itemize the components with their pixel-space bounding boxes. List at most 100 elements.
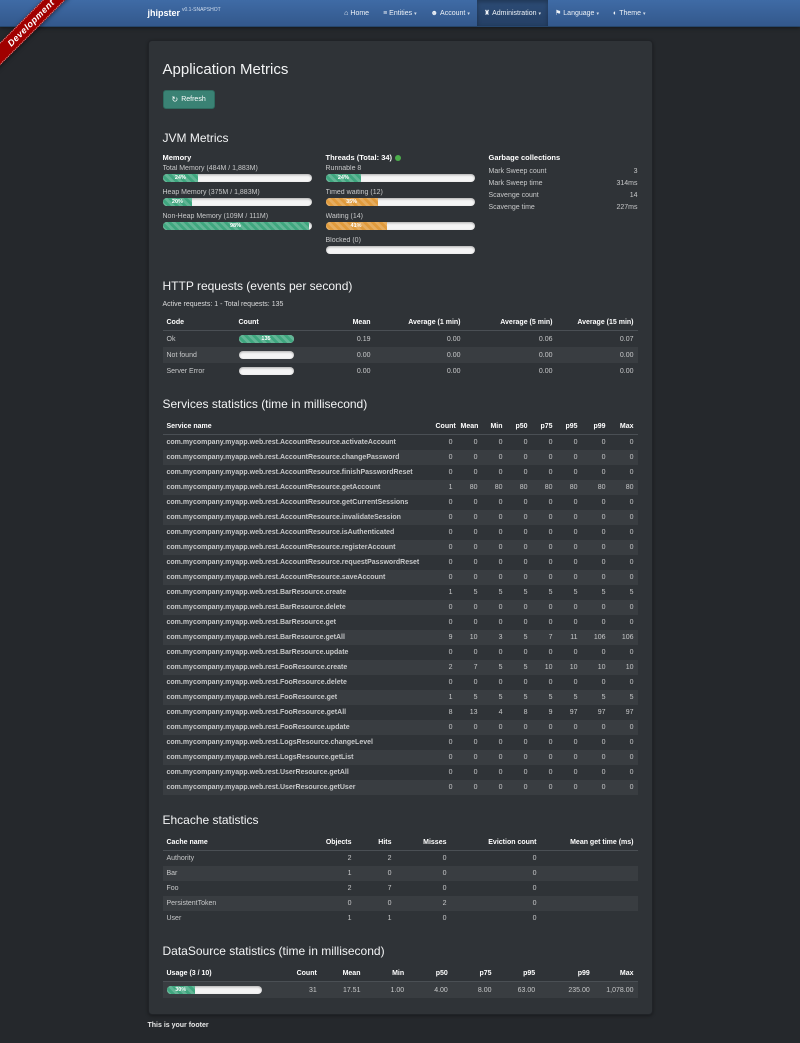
gc-value: 3 bbox=[634, 168, 638, 175]
column-header: Average (5 min) bbox=[465, 315, 557, 331]
service-name: com.mycompany.myapp.web.rest.AccountReso… bbox=[163, 435, 432, 451]
column-header: Max bbox=[594, 966, 638, 982]
services-table-body: com.mycompany.myapp.web.rest.AccountReso… bbox=[163, 435, 638, 796]
threads-status-icon[interactable] bbox=[395, 155, 401, 161]
http-summary: Active requests: 1 - Total requests: 135 bbox=[163, 301, 638, 308]
gc-value: 227ms bbox=[616, 204, 637, 211]
progress-text: 41% bbox=[351, 223, 362, 229]
cache-name: Foo bbox=[163, 881, 311, 896]
service-name: com.mycompany.myapp.web.rest.BarResource… bbox=[163, 615, 432, 630]
brand-link[interactable]: jhipster v0.1-SNAPSHOT bbox=[148, 0, 221, 26]
service-name: com.mycompany.myapp.web.rest.BarResource… bbox=[163, 645, 432, 660]
ehcache-table: Cache name Objects Hits Misses Eviction … bbox=[163, 835, 638, 926]
thread-progress-bar: 41% bbox=[326, 222, 475, 230]
service-row: com.mycompany.myapp.web.rest.FooResource… bbox=[163, 660, 638, 675]
service-name: com.mycompany.myapp.web.rest.AccountReso… bbox=[163, 465, 432, 480]
nav-label: Theme bbox=[619, 10, 641, 17]
memory-progress-bar: 24% bbox=[163, 174, 312, 182]
metric-label: Heap Memory (375M / 1,883M) bbox=[163, 189, 312, 196]
nav-item-entities[interactable]: Entities bbox=[376, 0, 424, 26]
service-name: com.mycompany.myapp.web.rest.AccountReso… bbox=[163, 450, 432, 465]
column-header: Mean bbox=[307, 315, 375, 331]
column-header: Usage (3 / 10) bbox=[163, 966, 278, 982]
column-header: p99 bbox=[539, 966, 594, 982]
metric-label: Waiting (14) bbox=[326, 213, 475, 220]
cache-name: Bar bbox=[163, 866, 311, 881]
ehcache-table-body: Authority 2 2 0 0 Bar 1 0 0 0 bbox=[163, 851, 638, 927]
service-row: com.mycompany.myapp.web.rest.LogsResourc… bbox=[163, 750, 638, 765]
service-row: com.mycompany.myapp.web.rest.UserResourc… bbox=[163, 765, 638, 780]
progress-fill: 24% bbox=[326, 174, 362, 182]
gc-heading: Garbage collections bbox=[489, 153, 638, 162]
nav-menu: Home Entities Account Administration Lan… bbox=[337, 0, 652, 26]
column-header: Cache name bbox=[163, 835, 311, 851]
http-requests-table: Code Count Mean Average (1 min) Average … bbox=[163, 315, 638, 379]
cache-name: PersistentToken bbox=[163, 896, 311, 911]
thread-progress-bar: 24% bbox=[326, 174, 475, 182]
column-header: Count bbox=[235, 315, 307, 331]
column-header: Mean get time (ms) bbox=[541, 835, 638, 851]
brand-version: v0.1-SNAPSHOT bbox=[182, 7, 221, 13]
column-header: Code bbox=[163, 315, 235, 331]
list-icon bbox=[383, 10, 387, 17]
service-name: com.mycompany.myapp.web.rest.UserResourc… bbox=[163, 780, 432, 795]
http-code: Server Error bbox=[163, 363, 235, 379]
service-row: com.mycompany.myapp.web.rest.FooResource… bbox=[163, 675, 638, 690]
nav-item-theme[interactable]: Theme bbox=[606, 0, 653, 26]
service-name: com.mycompany.myapp.web.rest.UserResourc… bbox=[163, 765, 432, 780]
service-row: com.mycompany.myapp.web.rest.AccountReso… bbox=[163, 555, 638, 570]
table-header-row: Code Count Mean Average (1 min) Average … bbox=[163, 315, 638, 331]
main-container: Application Metrics Refresh JVM Metrics … bbox=[148, 40, 653, 1015]
nav-label: Language bbox=[563, 10, 594, 17]
progress-text: 98% bbox=[230, 223, 241, 229]
cache-row: Authority 2 2 0 0 bbox=[163, 851, 638, 867]
cache-name: Authority bbox=[163, 851, 311, 867]
thread-progress-bar bbox=[326, 246, 475, 254]
gc-label: Scavenge time bbox=[489, 204, 535, 211]
service-name: com.mycompany.myapp.web.rest.AccountReso… bbox=[163, 540, 432, 555]
flag-icon bbox=[555, 9, 561, 17]
column-header: Min bbox=[482, 419, 507, 435]
cache-row: PersistentToken 0 0 2 0 bbox=[163, 896, 638, 911]
thread-progress-bar: 35% bbox=[326, 198, 475, 206]
table-header-row: Usage (3 / 10) Count Mean Min p50 p75 p9… bbox=[163, 966, 638, 982]
column-header: Average (1 min) bbox=[375, 315, 465, 331]
garbage-collections-section: Garbage collections Mark Sweep count 3 M… bbox=[489, 153, 638, 261]
progress-text: 24% bbox=[175, 175, 186, 181]
gc-value: 314ms bbox=[616, 180, 637, 187]
cache-row: Foo 2 7 0 0 bbox=[163, 881, 638, 896]
nav-item-administration[interactable]: Administration bbox=[477, 0, 548, 26]
column-header: Max bbox=[610, 419, 638, 435]
service-name: com.mycompany.myapp.web.rest.AccountReso… bbox=[163, 495, 432, 510]
threads-section: Threads (Total: 34) Runnable 8 24% bbox=[326, 153, 475, 261]
chevron-down-icon bbox=[643, 10, 646, 17]
column-header: p95 bbox=[557, 419, 582, 435]
service-row: com.mycompany.myapp.web.rest.AccountReso… bbox=[163, 435, 638, 451]
memory-section: Memory Total Memory (484M / 1,883M) 24% bbox=[163, 153, 312, 261]
datasource-statistics-heading: DataSource statistics (time in milliseco… bbox=[163, 944, 638, 958]
datasource-row: 30% 31 17.51 1.00 4.00 8.00 63.00 235.00… bbox=[163, 982, 638, 999]
progress-fill: 135 bbox=[239, 335, 294, 343]
thread-metric: Runnable 8 24% bbox=[326, 165, 475, 182]
count-progress-bar: 135 bbox=[239, 335, 294, 343]
nav-item-language[interactable]: Language bbox=[548, 0, 606, 26]
service-name: com.mycompany.myapp.web.rest.BarResource… bbox=[163, 600, 432, 615]
service-name: com.mycompany.myapp.web.rest.FooResource… bbox=[163, 705, 432, 720]
column-header: Objects bbox=[311, 835, 356, 851]
service-row: com.mycompany.myapp.web.rest.FooResource… bbox=[163, 690, 638, 705]
service-row: com.mycompany.myapp.web.rest.BarResource… bbox=[163, 600, 638, 615]
usage-progress-bar: 30% bbox=[167, 986, 262, 994]
service-row: com.mycompany.myapp.web.rest.AccountReso… bbox=[163, 465, 638, 480]
memory-metric: Heap Memory (375M / 1,883M) 20% bbox=[163, 189, 312, 206]
metric-label: Timed waiting (12) bbox=[326, 189, 475, 196]
nav-item-home[interactable]: Home bbox=[337, 0, 376, 26]
service-row: com.mycompany.myapp.web.rest.AccountReso… bbox=[163, 525, 638, 540]
memory-metric: Non-Heap Memory (109M / 111M) 98% bbox=[163, 213, 312, 230]
column-header: p95 bbox=[496, 966, 540, 982]
service-name: com.mycompany.myapp.web.rest.LogsResourc… bbox=[163, 735, 432, 750]
column-header: Mean bbox=[457, 419, 482, 435]
refresh-button[interactable]: Refresh bbox=[163, 90, 215, 109]
page-title: Application Metrics bbox=[163, 61, 638, 78]
jvm-metrics-heading: JVM Metrics bbox=[163, 131, 638, 145]
nav-item-account[interactable]: Account bbox=[424, 0, 477, 26]
